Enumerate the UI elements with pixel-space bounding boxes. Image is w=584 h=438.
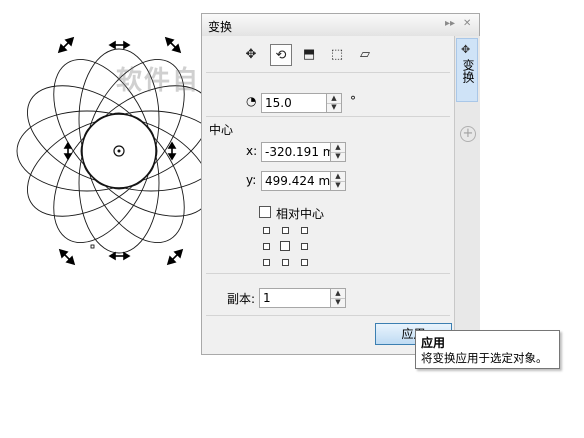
position-icon[interactable]: ✥	[240, 44, 262, 66]
tab-transform[interactable]: ✥ 变换	[456, 38, 478, 102]
tooltip-description: 将变换应用于选定对象。	[421, 351, 548, 365]
spin-down-icon[interactable]: ▼	[327, 103, 341, 112]
origin-node[interactable]	[90, 244, 95, 249]
relative-center-label: 相对中心	[276, 207, 325, 221]
docker-titlebar[interactable]: 变换 ▸▸ ✕	[202, 14, 479, 37]
separator	[206, 116, 450, 117]
rotate-handle-bottom-right[interactable]	[166, 248, 184, 266]
add-docker-icon[interactable]: +	[460, 126, 476, 142]
separator	[206, 72, 450, 73]
y-label: y:	[246, 173, 257, 187]
rotate-handle-top-left[interactable]	[57, 36, 75, 54]
transform-docker: 变换 ▸▸ ✕ ✥ ⟲ ⬒ ⬚ ▱ ◔ 15.0 ▲ ▼ ° 中心 x: -32…	[201, 13, 480, 355]
apply-tooltip: 应用 将变换应用于选定对象。	[415, 330, 560, 369]
spin-down-icon[interactable]: ▼	[331, 298, 345, 307]
tab-transform-label: 变换	[461, 59, 475, 83]
anchor-bottom-left[interactable]	[263, 259, 270, 266]
spin-down-icon[interactable]: ▼	[331, 181, 345, 190]
size-icon[interactable]: ⬚	[326, 44, 348, 66]
rotation-angle-icon: ◔	[246, 94, 257, 108]
center-y-spinner[interactable]: ▲ ▼	[330, 171, 346, 191]
rotate-icon[interactable]: ⟲	[270, 44, 292, 66]
relative-center-checkbox[interactable]	[259, 206, 271, 218]
copies-input[interactable]: 1	[259, 288, 331, 308]
skew-handle-left[interactable]	[63, 141, 73, 161]
anchor-middle-right[interactable]	[301, 243, 308, 250]
skew-icon[interactable]: ▱	[354, 44, 376, 66]
center-x-input[interactable]: -320.191 mm	[261, 142, 331, 162]
spin-down-icon[interactable]: ▼	[331, 152, 345, 161]
anchor-center[interactable]	[280, 241, 290, 251]
rotate-handle-bottom-left[interactable]	[58, 248, 76, 266]
transform-tab-icon: ✥	[461, 43, 471, 56]
copies-label: 副本:	[227, 292, 256, 306]
anchor-bottom-center[interactable]	[282, 259, 289, 266]
collapse-icon[interactable]: ▸▸	[445, 18, 455, 29]
rotate-handle-top-right[interactable]	[164, 36, 182, 54]
anchor-middle-left[interactable]	[263, 243, 270, 250]
x-label: x:	[246, 144, 258, 158]
scale-icon[interactable]: ⬒	[298, 44, 320, 66]
tooltip-title: 应用	[421, 336, 446, 350]
rotation-angle-input[interactable]: 15.0	[261, 93, 327, 113]
angle-unit: °	[350, 94, 356, 108]
rotation-angle-spinner[interactable]: ▲ ▼	[326, 93, 342, 113]
anchor-top-center[interactable]	[282, 227, 289, 234]
docker-title: 变换	[208, 20, 233, 34]
skew-handle-top[interactable]	[108, 40, 131, 50]
center-y-input[interactable]: 499.424 mm	[261, 171, 331, 191]
center-heading: 中心	[209, 123, 234, 137]
center-x-spinner[interactable]: ▲ ▼	[330, 142, 346, 162]
close-icon[interactable]: ✕	[463, 18, 471, 29]
rotation-center-dot	[117, 149, 121, 153]
anchor-top-right[interactable]	[301, 227, 308, 234]
anchor-bottom-right[interactable]	[301, 259, 308, 266]
anchor-top-left[interactable]	[263, 227, 270, 234]
separator	[206, 273, 450, 274]
skew-handle-right[interactable]	[167, 141, 177, 161]
skew-handle-bottom[interactable]	[108, 251, 131, 261]
docker-side-tabs: ✥ 变换 +	[454, 36, 480, 354]
separator	[206, 315, 450, 316]
copies-spinner[interactable]: ▲ ▼	[330, 288, 346, 308]
docker-content: ✥ ⟲ ⬒ ⬚ ▱ ◔ 15.0 ▲ ▼ ° 中心 x: -320.191 mm…	[202, 36, 454, 354]
